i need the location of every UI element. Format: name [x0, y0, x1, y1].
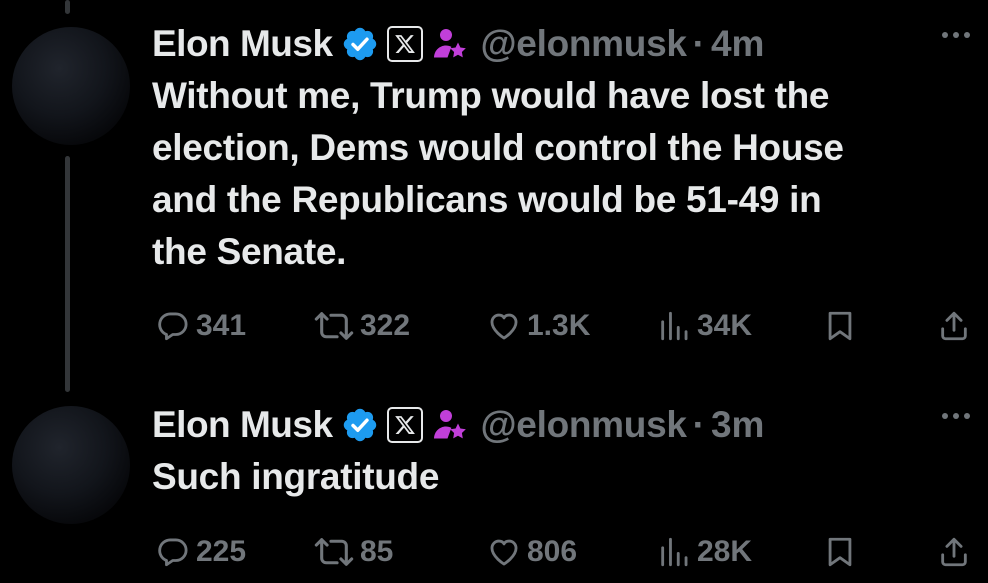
views-button[interactable]: 34K: [657, 304, 752, 348]
x-logo-icon[interactable]: [386, 26, 423, 62]
like-count: 806: [527, 535, 578, 568]
timestamp[interactable]: 3m: [711, 404, 764, 446]
views-count: 28K: [697, 535, 753, 568]
repost-count: 322: [360, 309, 411, 342]
views-count: 34K: [697, 309, 753, 342]
views-chart-icon: [661, 537, 688, 567]
bookmark-button[interactable]: [824, 304, 862, 348]
verified-badge-icon[interactable]: [341, 406, 379, 444]
tweet-text-line: Without me, Trump would have lost the: [152, 75, 830, 116]
more-options-icon[interactable]: [942, 32, 970, 38]
views-chart-icon: [661, 311, 688, 341]
display-name[interactable]: Elon Musk: [152, 404, 333, 446]
tweet-actions: 225 85 806 28K: [152, 530, 972, 574]
tweet: Elon Musk @elonmusk · 3m Such ingratitud…: [152, 401, 988, 503]
share-icon: [941, 537, 967, 567]
like-button[interactable]: 806: [487, 530, 577, 574]
x-logo-icon[interactable]: [386, 407, 423, 443]
more-options-icon[interactable]: [942, 413, 970, 419]
thread-connector-line: [65, 0, 70, 14]
tweet-text-line: the Senate.: [152, 231, 347, 272]
repost-button[interactable]: 322: [314, 304, 410, 348]
like-count: 1.3K: [527, 309, 591, 342]
avatar[interactable]: [12, 406, 130, 524]
thread-connector-line: [65, 156, 70, 392]
tweet-text-line: Such ingratitude: [152, 456, 440, 497]
views-button[interactable]: 28K: [657, 530, 752, 574]
tweet-header: Elon Musk @elonmusk · 4m: [152, 20, 988, 68]
tweet-text-line: and the Republicans would be 51-49 in: [152, 179, 822, 220]
repost-button[interactable]: 85: [314, 530, 393, 574]
handle[interactable]: @elonmusk: [481, 404, 687, 446]
separator-dot: ·: [692, 404, 705, 445]
handle[interactable]: @elonmusk: [481, 23, 687, 65]
share-button[interactable]: [937, 304, 977, 348]
tweet-text: Such ingratitude: [152, 451, 988, 503]
reply-count: 341: [196, 309, 247, 342]
separator-dot: ·: [692, 23, 705, 64]
tweet-header: Elon Musk @elonmusk · 3m: [152, 401, 988, 449]
bookmark-button[interactable]: [824, 530, 862, 574]
share-icon: [941, 311, 967, 341]
affiliate-person-icon: [431, 26, 467, 62]
reply-icon: [158, 538, 188, 567]
heart-icon: [490, 539, 518, 566]
repost-icon: [314, 538, 354, 566]
reply-button[interactable]: 341: [156, 304, 246, 348]
avatar[interactable]: [12, 27, 130, 145]
repost-count: 85: [360, 535, 394, 568]
repost-icon: [314, 312, 354, 340]
like-button[interactable]: 1.3K: [487, 304, 590, 348]
bookmark-icon: [828, 311, 852, 341]
verified-badge-icon[interactable]: [341, 25, 379, 63]
tweet-text-line: election, Dems would control the House: [152, 127, 844, 168]
display-name[interactable]: Elon Musk: [152, 23, 333, 65]
reply-button[interactable]: 225: [156, 530, 246, 574]
reply-icon: [158, 312, 188, 341]
tweet: Elon Musk @elonmusk · 4m Without me, Tru…: [152, 20, 988, 278]
share-button[interactable]: [937, 530, 977, 574]
timestamp[interactable]: 4m: [711, 23, 764, 65]
reply-count: 225: [196, 535, 247, 568]
tweet-actions: 341 322 1.3K 34K: [152, 304, 972, 348]
heart-icon: [490, 313, 518, 340]
affiliate-person-icon: [431, 407, 467, 443]
tweet-text: Without me, Trump would have lost the el…: [152, 70, 988, 278]
bookmark-icon: [828, 537, 852, 567]
